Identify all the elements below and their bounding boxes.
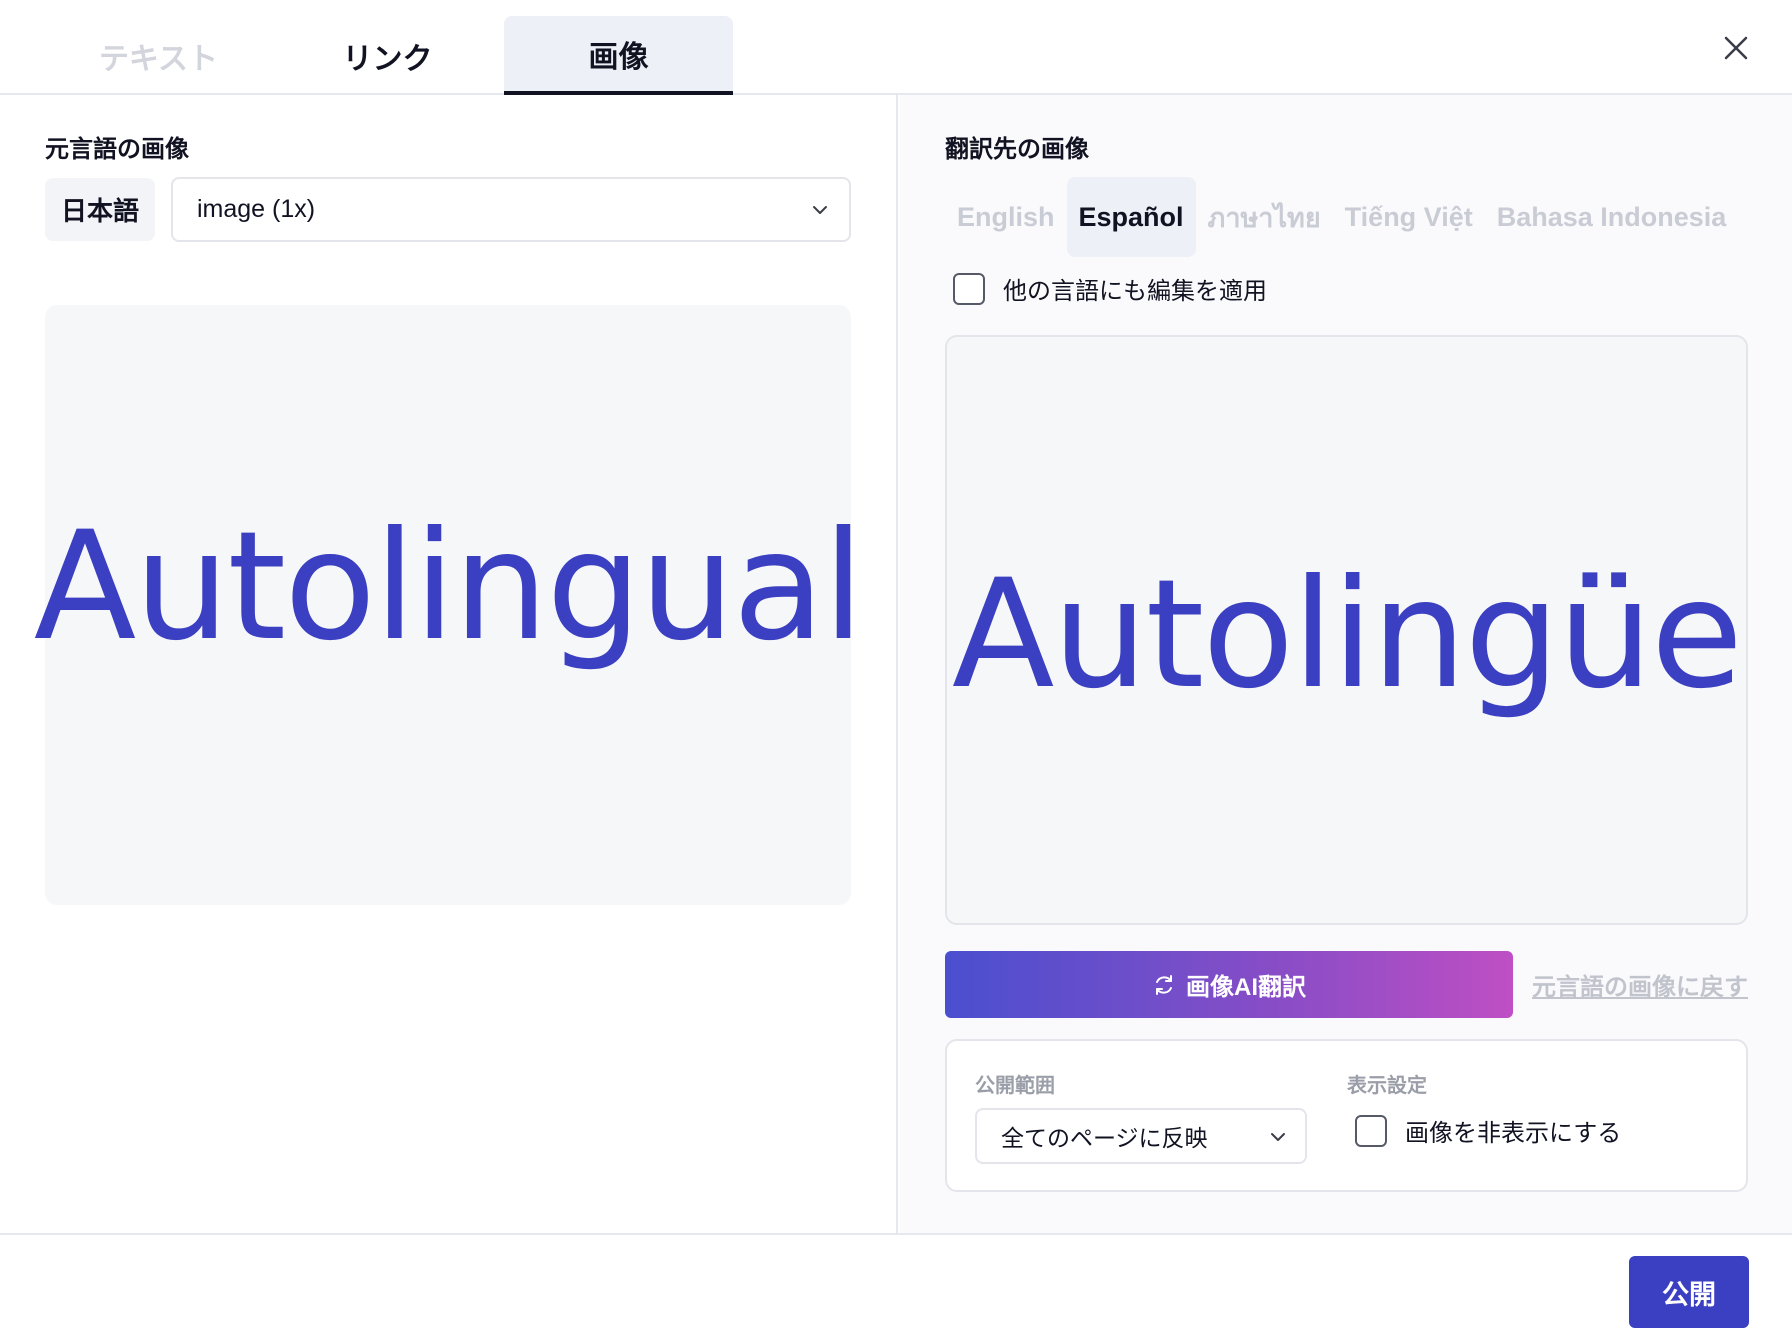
target-language-tabs: English Español ภาษาไทย Tiếng Việt Bahas… <box>945 177 1738 257</box>
scope-select-value: 全てのページに反映 <box>1001 1125 1208 1151</box>
scope-select[interactable]: 全てのページに反映 <box>975 1108 1307 1164</box>
source-panel: 元言語の画像 日本語 image (1x) Autolingual <box>0 95 898 1233</box>
lang-tab-vietnamese[interactable]: Tiếng Việt <box>1333 177 1485 257</box>
hide-image-row[interactable]: 画像を非表示にする <box>1355 1113 1621 1148</box>
lang-tab-espanol[interactable]: Español <box>1066 177 1196 257</box>
hide-image-label: 画像を非表示にする <box>1405 1120 1622 1147</box>
apply-all-label: 他の言語にも編集を適用 <box>1003 278 1267 305</box>
lang-tab-indonesian[interactable]: Bahasa Indonesia <box>1485 177 1739 257</box>
source-image-select[interactable]: image (1x) <box>171 177 851 242</box>
scope-label: 公開範囲 <box>975 1075 1055 1097</box>
revert-to-source-link[interactable]: 元言語の画像に戻す <box>1532 967 1748 1002</box>
source-language-chip: 日本語 <box>45 178 155 241</box>
refresh-icon <box>1156 974 1172 995</box>
target-image-preview: Autolingüe <box>945 335 1748 925</box>
tab-text[interactable]: テキスト <box>44 16 273 95</box>
ai-translate-button[interactable]: 画像AI翻訳 <box>945 951 1513 1018</box>
top-tab-bar: テキスト リンク 画像 <box>0 0 1792 95</box>
lang-tab-thai[interactable]: ภาษาไทย <box>1196 177 1333 257</box>
publish-button[interactable]: 公開 <box>1629 1256 1749 1328</box>
target-title: 翻訳先の画像 <box>945 136 1089 163</box>
apply-all-languages-row[interactable]: 他の言語にも編集を適用 <box>953 271 1267 306</box>
chevron-down-icon <box>1271 1133 1285 1141</box>
target-image-logo-text: Autolingüe <box>951 548 1743 722</box>
lang-tab-english[interactable]: English <box>945 177 1067 257</box>
tab-image[interactable]: 画像 <box>504 16 733 95</box>
source-image-preview: Autolingual <box>34 305 864 905</box>
hide-image-checkbox[interactable] <box>1355 1114 1387 1147</box>
ai-translate-label: 画像AI翻訳 <box>1186 974 1306 1001</box>
target-panel: 翻訳先の画像 English Español ภาษาไทย Tiếng Việ… <box>900 95 1792 1233</box>
apply-all-checkbox[interactable] <box>953 272 985 305</box>
display-settings-label: 表示設定 <box>1347 1075 1427 1097</box>
source-title: 元言語の画像 <box>45 136 189 163</box>
source-image-select-value: image (1x) <box>197 195 316 223</box>
chevron-down-icon <box>813 206 827 214</box>
publish-settings-card: 公開範囲 全てのページに反映 表示設定 画像を非表示にする <box>945 1039 1748 1192</box>
source-image-logo-text: Autolingual <box>33 500 865 674</box>
close-icon[interactable] <box>1718 30 1754 66</box>
tab-link[interactable]: リンク <box>273 16 502 95</box>
footer: 公開 <box>0 1233 1792 1340</box>
